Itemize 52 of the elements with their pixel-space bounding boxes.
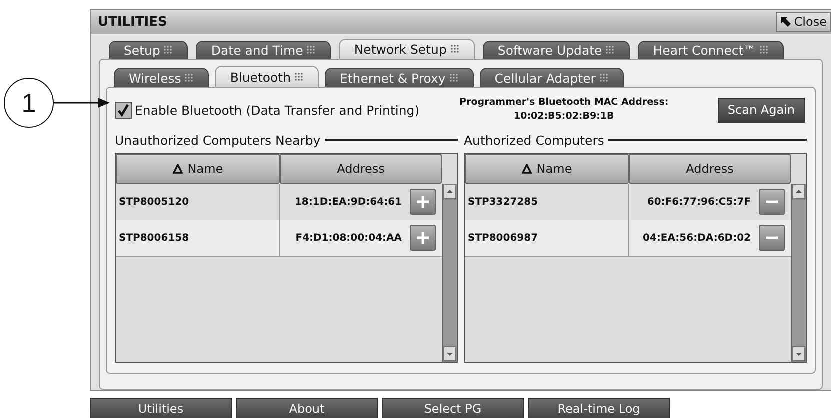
table-cell: STP8006987 [465,220,629,256]
mac-address-label: Programmer's Bluetooth MAC Address: [460,96,669,110]
grip-icon [450,74,459,82]
tab[interactable]: Bluetooth [215,66,319,87]
grip-icon [606,46,616,55]
plus-icon [416,195,430,209]
scroll-bar[interactable] [442,184,457,362]
scroll-bar[interactable] [791,184,806,362]
tab[interactable]: Ethernet & Proxy [325,68,474,87]
plus-icon [416,231,430,245]
pointer-arrow-icon [780,16,792,28]
tab[interactable]: Date and Time [196,41,332,59]
grip-icon [164,46,174,55]
checkmark-icon [117,104,130,116]
callout-number: 1 [4,78,54,128]
window-title: UTILITIES [98,14,168,30]
tab[interactable]: Heart Connect™ [638,41,784,59]
close-button[interactable]: Close [776,12,831,32]
callout-arrow [54,98,110,108]
table-cell: 18:1D:EA:9D:64:61 [294,196,402,208]
grip-icon [307,46,316,55]
nav-button[interactable]: Select PG [382,398,524,418]
section-title: Unauthorized Computers Nearby [115,132,321,148]
tab[interactable]: Wireless [114,68,210,87]
add-button[interactable] [410,189,436,215]
table-cell: 04:EA:56:DA:6D:02 [643,232,751,244]
tab[interactable]: Cellular Adapter [480,68,624,87]
grip-icon [450,45,460,54]
remove-button[interactable] [759,225,785,251]
add-button[interactable] [410,225,436,251]
tab[interactable]: Network Setup [339,39,475,59]
grip-icon [600,74,609,82]
table-cell: F4:D1:08:00:04:AA [296,232,402,244]
column-header[interactable]: Name [116,154,280,184]
nav-button[interactable]: Utilities [90,398,232,418]
grip-icon [185,74,194,82]
grip-icon [295,72,304,82]
table-cell: 60:F6:77:96:C5:7F [647,196,751,208]
nav-button[interactable]: Real-time Log [528,398,670,418]
column-header[interactable]: Address [280,154,442,184]
nav-button[interactable]: About [236,398,378,418]
column-header[interactable]: Name [465,154,629,184]
scan-again-button[interactable]: Scan Again [718,98,805,122]
tab[interactable]: Setup [109,41,188,59]
tab[interactable]: Software Update [482,41,630,59]
mac-address-value: 10:02:B5:02:B9:1B [514,110,614,124]
section-title: Authorized Computers [464,132,604,148]
column-header[interactable]: Address [629,154,791,184]
grip-icon [760,46,770,55]
enable-bluetooth-checkbox[interactable]: Enable Bluetooth (Data Transfer and Printing) [115,102,420,118]
table-cell: STP8006158 [116,220,280,256]
remove-button[interactable] [759,189,785,215]
